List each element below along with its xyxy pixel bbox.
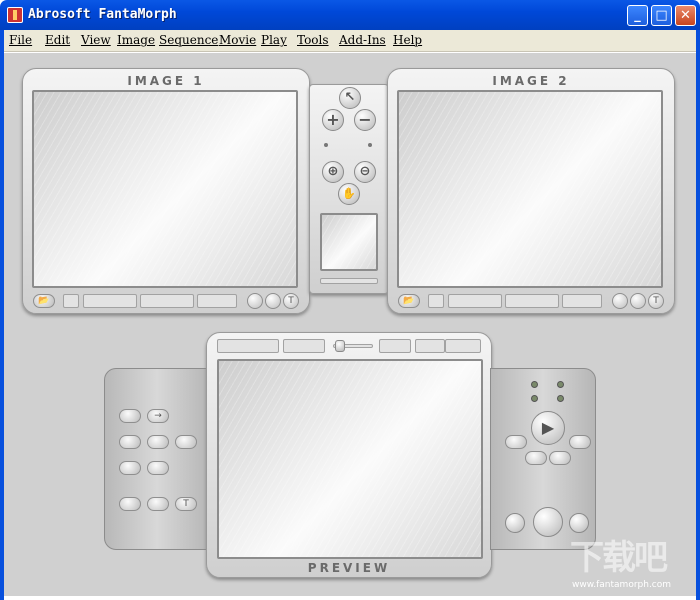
- image2-field-2: [448, 294, 502, 308]
- image1-panel: IMAGE 1 📂 T: [22, 68, 310, 314]
- effect-button-2[interactable]: →: [147, 409, 169, 423]
- open-folder-icon[interactable]: 📂: [33, 294, 55, 308]
- minimize-button[interactable]: _: [627, 5, 648, 26]
- preview-dropdown-2[interactable]: [283, 339, 325, 353]
- menu-bar: File Edit View Image Sequence Movie Play…: [0, 30, 700, 52]
- navigator-thumbnail[interactable]: [320, 213, 378, 271]
- preview-panel: PREVIEW: [206, 332, 492, 578]
- image1-field-3: [140, 294, 194, 308]
- image2-title: IMAGE 2: [492, 74, 570, 88]
- menu-file[interactable]: File: [9, 33, 32, 47]
- image1-rotate-icon[interactable]: [247, 293, 263, 309]
- image2-field-3: [505, 294, 559, 308]
- effect-button-7[interactable]: [147, 461, 169, 475]
- mode-led: [557, 381, 564, 388]
- window-title: Abrosoft FantaMorph: [28, 7, 177, 22]
- image1-text-icon[interactable]: T: [283, 293, 299, 309]
- menu-movie[interactable]: Movie: [219, 33, 256, 47]
- add-point-button[interactable]: +: [322, 109, 344, 131]
- effects-panel: → T: [104, 368, 210, 550]
- image1-title: IMAGE 1: [127, 74, 205, 88]
- zoom-in-icon[interactable]: ⊕: [322, 161, 344, 183]
- effect-button-5[interactable]: [175, 435, 197, 449]
- preview-field-2: [415, 339, 445, 353]
- effect-button-8[interactable]: [119, 497, 141, 511]
- menu-play[interactable]: Play: [261, 33, 287, 47]
- window-border-right: [696, 30, 700, 600]
- remove-point-button[interactable]: −: [354, 109, 376, 131]
- menu-tools[interactable]: Tools: [297, 33, 329, 47]
- image1-field-2: [83, 294, 137, 308]
- indicator-dot: [324, 143, 328, 147]
- snapshot-icon[interactable]: [505, 513, 525, 533]
- loop-led-2: [531, 395, 538, 402]
- preview-canvas[interactable]: [217, 359, 483, 559]
- effect-text-button[interactable]: T: [175, 497, 197, 511]
- play-icon[interactable]: ▶: [531, 411, 565, 445]
- watermark-logo: 下载吧: [570, 538, 668, 578]
- image1-dropdown[interactable]: [197, 294, 237, 308]
- prev-frame-button[interactable]: [525, 451, 547, 465]
- image2-text-icon[interactable]: T: [648, 293, 664, 309]
- effect-button-6[interactable]: [119, 461, 141, 475]
- pointer-icon[interactable]: ↖: [339, 87, 361, 109]
- indicator-dot: [368, 143, 372, 147]
- watermark-url: www.fantamorph.com: [572, 580, 672, 590]
- navigator-slider[interactable]: [320, 278, 378, 284]
- slider-thumb[interactable]: [335, 340, 345, 352]
- open-folder-icon[interactable]: 📂: [398, 294, 420, 308]
- close-button[interactable]: ✕: [675, 5, 696, 26]
- preview-title: PREVIEW: [307, 561, 391, 575]
- menu-image[interactable]: Image: [117, 33, 155, 47]
- effect-button-1[interactable]: [119, 409, 141, 423]
- preview-dropdown-1[interactable]: [217, 339, 279, 353]
- image2-panel: IMAGE 2 📂 T: [387, 68, 675, 314]
- image1-canvas[interactable]: [32, 90, 298, 288]
- menu-edit[interactable]: Edit: [45, 33, 70, 47]
- preview-field-1: [379, 339, 411, 353]
- image2-dropdown[interactable]: [562, 294, 602, 308]
- image2-field-1: [428, 294, 444, 308]
- image1-adjust-icon[interactable]: [265, 293, 281, 309]
- effect-button-3[interactable]: [119, 435, 141, 449]
- image1-field-1: [63, 294, 79, 308]
- image2-adjust-icon[interactable]: [630, 293, 646, 309]
- app-icon: [7, 7, 23, 23]
- zoom-out-icon[interactable]: ⊖: [354, 161, 376, 183]
- player-panel: ▶: [490, 368, 596, 550]
- effect-button-9[interactable]: [147, 497, 169, 511]
- image2-canvas[interactable]: [397, 90, 663, 288]
- maximize-button[interactable]: □: [651, 5, 672, 26]
- hand-icon[interactable]: ✋: [338, 183, 360, 205]
- menu-add-ins[interactable]: Add-Ins: [339, 33, 386, 47]
- effect-button-4[interactable]: [147, 435, 169, 449]
- title-bar: Abrosoft FantaMorph _ □ ✕: [0, 0, 700, 30]
- menu-view[interactable]: View: [81, 33, 111, 47]
- menu-help[interactable]: Help: [393, 33, 422, 47]
- last-frame-button[interactable]: [569, 435, 591, 449]
- mode-led-2: [557, 395, 564, 402]
- preview-dropdown-3[interactable]: [445, 339, 481, 353]
- first-frame-button[interactable]: [505, 435, 527, 449]
- tool-column: ↖ + − ⊕ ⊖ ✋: [309, 84, 389, 294]
- menu-sequence[interactable]: Sequence: [159, 33, 218, 47]
- image2-rotate-icon[interactable]: [612, 293, 628, 309]
- loop-led: [531, 381, 538, 388]
- next-frame-button[interactable]: [549, 451, 571, 465]
- export-movie-icon[interactable]: [533, 507, 563, 537]
